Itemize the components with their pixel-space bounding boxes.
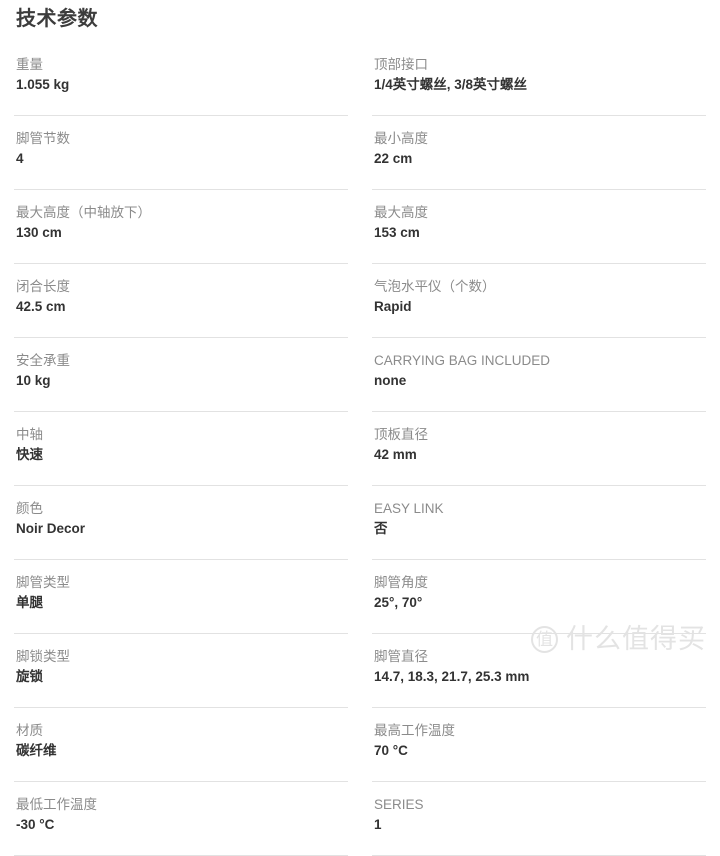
spec-label: 气泡水平仪（个数）: [374, 279, 496, 294]
spec-value: 25°, 70°: [374, 595, 423, 610]
spec-label: 材质: [16, 723, 43, 738]
spec-label: 脚管类型: [16, 575, 70, 590]
spec-row: 顶部接口 1/4英寸螺丝, 3/8英寸螺丝: [372, 42, 706, 116]
spec-row: SERIES 1: [372, 782, 706, 856]
spec-row: 脚管类型 单腿: [14, 560, 348, 634]
spec-value: 1/4英寸螺丝, 3/8英寸螺丝: [374, 77, 528, 92]
spec-row: 重量 1.055 kg: [14, 42, 348, 116]
spec-label: 颜色: [16, 501, 43, 516]
spec-value: 130 cm: [16, 225, 62, 240]
spec-value: Noir Decor: [16, 521, 86, 536]
spec-value: 碳纤维: [16, 743, 57, 758]
spec-row: 最高工作温度 70 °C: [372, 708, 706, 782]
spec-label: 顶板直径: [374, 427, 428, 442]
spec-value: 快速: [16, 447, 43, 462]
spec-value: 14.7, 18.3, 21.7, 25.3 mm: [374, 669, 530, 684]
spec-row: 安全承重 10 kg: [14, 338, 348, 412]
spec-label: EASY LINK: [374, 501, 444, 516]
spec-label: 最低工作温度: [16, 797, 97, 812]
spec-value: -30 °C: [16, 817, 55, 832]
page-title: 技术参数: [16, 8, 98, 30]
spec-label: 中轴: [16, 427, 43, 442]
spec-label: 最高工作温度: [374, 723, 455, 738]
spec-row: 气泡水平仪（个数） Rapid: [372, 264, 706, 338]
spec-label: SERIES: [374, 797, 424, 812]
spec-row: 脚管节数 4: [14, 116, 348, 190]
spec-row: 颜色 Noir Decor: [14, 486, 348, 560]
technical-specifications-panel: 技术参数 重量 1.055 kg 脚管节数 4 最大高度（中轴放下） 130 c…: [0, 0, 720, 856]
spec-label: 闭合长度: [16, 279, 70, 294]
spec-label: CARRYING BAG INCLUDED: [374, 353, 551, 368]
spec-row: 最低工作温度 -30 °C: [14, 782, 348, 856]
spec-label: 最大高度: [374, 205, 428, 220]
spec-value: Rapid: [374, 299, 412, 314]
spec-column-left: 重量 1.055 kg 脚管节数 4 最大高度（中轴放下） 130 cm 闭合长…: [14, 42, 360, 856]
spec-label: 脚管节数: [16, 131, 70, 146]
spec-row: 脚锁类型 旋锁: [14, 634, 348, 708]
spec-value: 10 kg: [16, 373, 51, 388]
spec-value: 22 cm: [374, 151, 413, 166]
spec-value: 1: [374, 817, 382, 832]
spec-label: 顶部接口: [374, 57, 428, 72]
spec-value: 153 cm: [374, 225, 420, 240]
spec-value: 否: [374, 521, 388, 536]
spec-row: EASY LINK 否: [372, 486, 706, 560]
spec-column-right: 顶部接口 1/4英寸螺丝, 3/8英寸螺丝 最小高度 22 cm 最大高度 15…: [360, 42, 706, 856]
spec-value: 70 °C: [374, 743, 408, 758]
spec-label: 脚管角度: [374, 575, 428, 590]
spec-row: 脚管角度 25°, 70°: [372, 560, 706, 634]
spec-value: 4: [16, 151, 24, 166]
spec-label: 最小高度: [374, 131, 428, 146]
spec-label: 脚锁类型: [16, 649, 70, 664]
spec-row: CARRYING BAG INCLUDED none: [372, 338, 706, 412]
spec-row: 最小高度 22 cm: [372, 116, 706, 190]
spec-value: 旋锁: [16, 669, 43, 684]
spec-label: 安全承重: [16, 353, 70, 368]
spec-label: 最大高度（中轴放下）: [16, 205, 151, 220]
spec-row: 材质 碳纤维: [14, 708, 348, 782]
spec-row: 最大高度（中轴放下） 130 cm: [14, 190, 348, 264]
spec-value: 1.055 kg: [16, 77, 70, 92]
spec-label: 脚管直径: [374, 649, 428, 664]
spec-value: 单腿: [16, 595, 43, 610]
spec-value: 42.5 cm: [16, 299, 66, 314]
spec-row: 最大高度 153 cm: [372, 190, 706, 264]
spec-row: 闭合长度 42.5 cm: [14, 264, 348, 338]
spec-label: 重量: [16, 57, 43, 72]
spec-value: 42 mm: [374, 447, 417, 462]
spec-row: 脚管直径 14.7, 18.3, 21.7, 25.3 mm: [372, 634, 706, 708]
spec-row: 中轴 快速: [14, 412, 348, 486]
spec-grid: 重量 1.055 kg 脚管节数 4 最大高度（中轴放下） 130 cm 闭合长…: [14, 42, 706, 856]
spec-row: 顶板直径 42 mm: [372, 412, 706, 486]
spec-value: none: [374, 373, 407, 388]
